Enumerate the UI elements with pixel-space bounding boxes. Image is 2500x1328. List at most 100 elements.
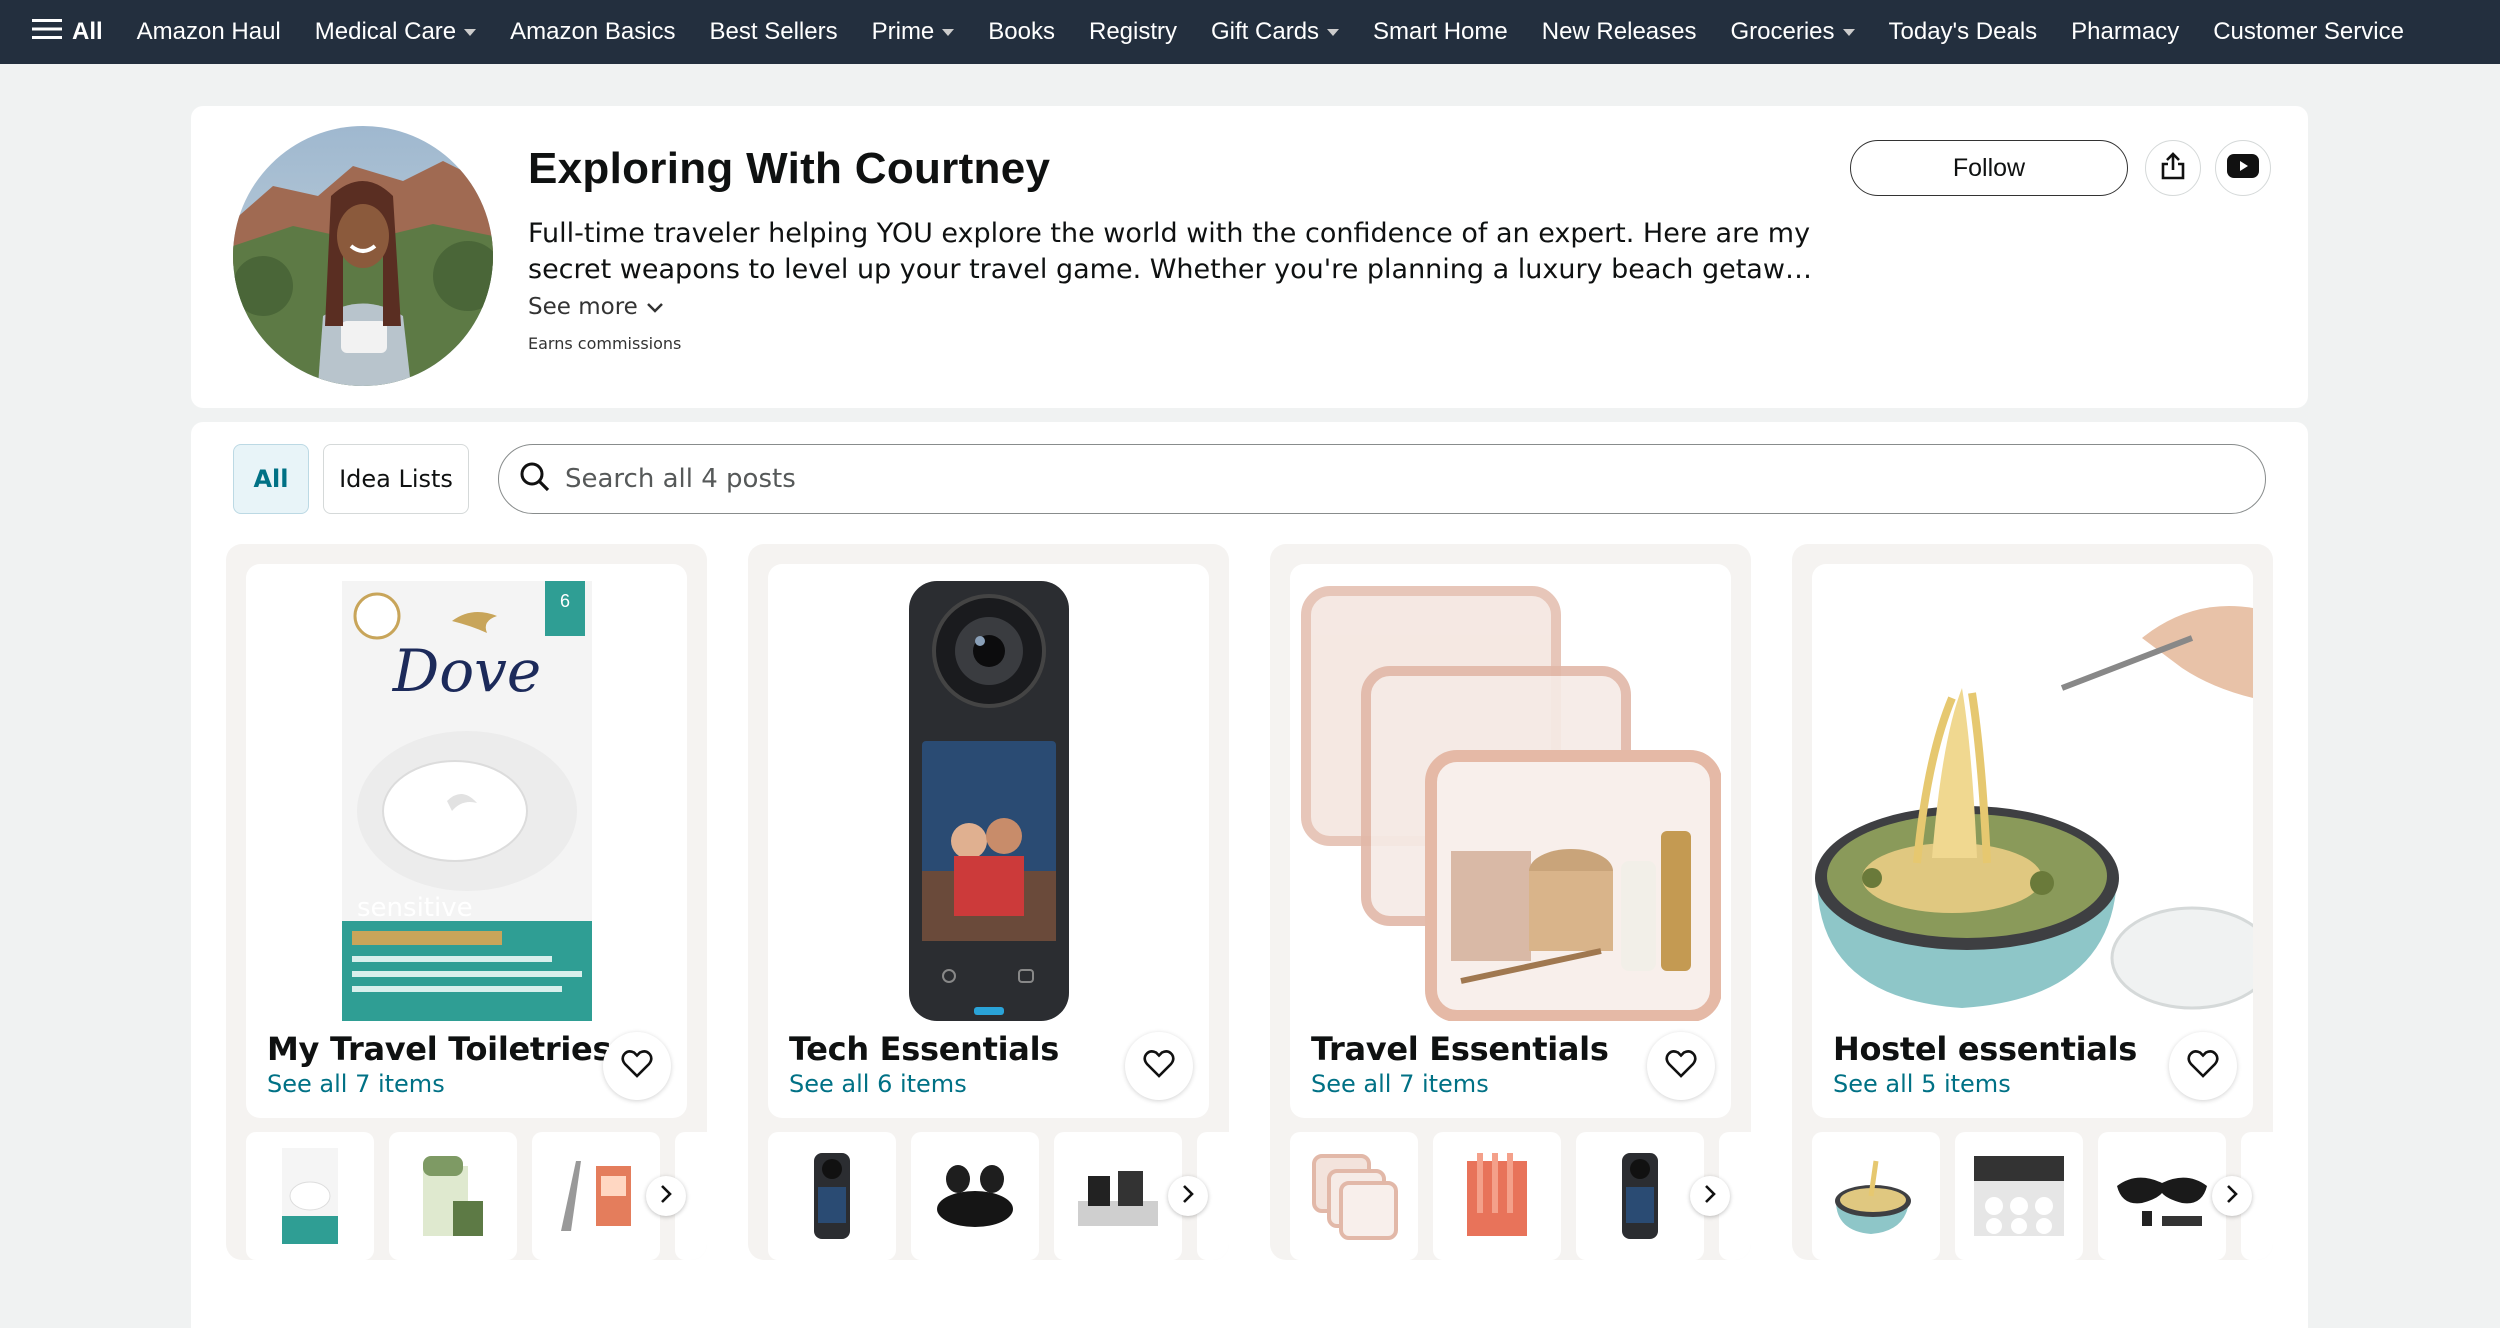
nav-item-label: Gift Cards	[1211, 18, 1320, 45]
dove-brand-text: Dove	[391, 637, 541, 705]
nav-item-label: Amazon Haul	[136, 18, 281, 45]
list-title: Travel Essentials	[1311, 1030, 1609, 1068]
nav-item-today-s-deals[interactable]: Today's Deals	[1889, 18, 2038, 46]
thumbnail-product[interactable]	[246, 1132, 374, 1260]
list-hero-image: 6 Dove sensitive	[246, 578, 687, 1024]
idea-list-card-tech: Tech Essentials See all 6 items	[748, 544, 1229, 1260]
heart-icon	[1143, 1049, 1175, 1084]
follow-button[interactable]: Follow	[1850, 140, 2128, 196]
profile-bio: Full-time traveler helping YOU explore t…	[528, 218, 1818, 285]
nav-item-pharmacy[interactable]: Pharmacy	[2071, 18, 2179, 46]
save-list-button[interactable]	[2169, 1032, 2237, 1100]
top-nav-bar: All Amazon Haul Medical Care Amazon Basics…	[0, 0, 2500, 64]
chevron-right-icon	[2225, 1184, 2239, 1209]
nav-item-label: Books	[988, 18, 1055, 45]
thumbnail-product[interactable]	[1290, 1132, 1418, 1260]
chevron-down-icon	[646, 294, 664, 320]
thumbnail-product[interactable]	[1955, 1132, 2083, 1260]
see-all-items-link[interactable]: See all 7 items	[267, 1070, 445, 1098]
save-list-button[interactable]	[1125, 1032, 1193, 1100]
filter-all-tab[interactable]: All	[233, 444, 309, 514]
nav-item-registry[interactable]: Registry	[1089, 18, 1177, 46]
chevron-right-icon	[1181, 1184, 1195, 1209]
nav-item-label: Today's Deals	[1888, 18, 2038, 45]
nav-item-amazon-basics[interactable]: Amazon Basics	[510, 18, 675, 46]
list-hero-image	[1290, 578, 1731, 1024]
nav-item-label: Pharmacy	[2071, 18, 2180, 45]
nav-item-groceries[interactable]: Groceries	[1730, 18, 1855, 46]
nav-item-label: Registry	[1088, 18, 1178, 45]
list-thumbnails	[768, 1132, 1229, 1260]
see-all-items-link[interactable]: See all 6 items	[789, 1070, 967, 1098]
caret-down-icon	[942, 28, 955, 36]
list-title: Hostel essentials	[1833, 1030, 2137, 1068]
search-posts-input[interactable]	[565, 464, 2165, 494]
idea-list-main[interactable]: Hostel essentials See all 5 items	[1812, 564, 2253, 1118]
all-menu-button[interactable]: All	[32, 17, 103, 48]
thumbnail-product[interactable]	[1812, 1132, 1940, 1260]
list-hero-image	[1812, 578, 2253, 1024]
nav-item-prime[interactable]: Prime	[872, 18, 955, 46]
see-all-items-link[interactable]: See all 5 items	[1833, 1070, 2011, 1098]
save-list-button[interactable]	[1647, 1032, 1715, 1100]
thumbnail-product[interactable]	[768, 1132, 896, 1260]
nav-item-amazon-haul[interactable]: Amazon Haul	[137, 18, 281, 46]
save-list-button[interactable]	[603, 1032, 671, 1100]
thumbnails-next-button[interactable]	[646, 1176, 686, 1216]
thumbnail-product[interactable]	[1576, 1132, 1704, 1260]
profile-card: Exploring With Courtney Full-time travel…	[191, 106, 2308, 408]
list-title: Tech Essentials	[789, 1030, 1059, 1068]
thumbnails-next-button[interactable]	[1168, 1176, 1208, 1216]
idea-list-main[interactable]: Tech Essentials See all 6 items	[768, 564, 1209, 1118]
thumbnail-product[interactable]	[2098, 1132, 2226, 1260]
thumbnail-product[interactable]	[532, 1132, 660, 1260]
caret-down-icon	[1842, 28, 1855, 36]
thumbnail-product[interactable]	[911, 1132, 1039, 1260]
nav-item-medical-care[interactable]: Medical Care	[315, 18, 477, 46]
nav-item-best-sellers[interactable]: Best Sellers	[710, 18, 838, 46]
nav-item-label: New Releases	[1541, 18, 1697, 45]
idea-list-card-travel: Travel Essentials See all 7 items	[1270, 544, 1751, 1260]
dove-variant-text: sensitive	[357, 893, 473, 923]
list-thumbnails	[1290, 1132, 1751, 1260]
youtube-icon	[2227, 153, 2259, 183]
thumbnail-product[interactable]	[1433, 1132, 1561, 1260]
list-thumbnails	[1812, 1132, 2273, 1260]
thumbnail-product[interactable]	[389, 1132, 517, 1260]
see-all-items-link[interactable]: See all 7 items	[1311, 1070, 1489, 1098]
nav-item-label: Groceries	[1730, 18, 1835, 45]
nav-item-label: Customer Service	[2213, 18, 2404, 45]
thumbnails-next-button[interactable]	[2212, 1176, 2252, 1216]
filter-idea-lists-tab[interactable]: Idea Lists	[323, 444, 469, 514]
idea-list-card-toiletries: 6 Dove sensitive My Travel Toiletries Se…	[226, 544, 707, 1260]
caret-down-icon	[1327, 28, 1340, 36]
see-more-link[interactable]: See more	[528, 294, 664, 320]
nav-item-smart-home[interactable]: Smart Home	[1373, 18, 1508, 46]
thumbnails-next-button[interactable]	[1690, 1176, 1730, 1216]
posts-panel: All Idea Lists 6 Dove se	[191, 422, 2308, 1328]
nav-item-label: Prime	[871, 18, 935, 45]
heart-icon	[2187, 1049, 2219, 1084]
share-button[interactable]	[2145, 140, 2201, 196]
nav-item-customer-service[interactable]: Customer Service	[2213, 18, 2404, 46]
see-more-label: See more	[528, 294, 638, 320]
nav-item-label: Best Sellers	[709, 18, 838, 45]
idea-list-card-hostel: Hostel essentials See all 5 items	[1792, 544, 2273, 1260]
thumbnail-product[interactable]	[1054, 1132, 1182, 1260]
idea-list-main[interactable]: Travel Essentials See all 7 items	[1290, 564, 1731, 1118]
search-posts-box[interactable]	[498, 444, 2266, 514]
nav-item-new-releases[interactable]: New Releases	[1542, 18, 1697, 46]
idea-list-main[interactable]: 6 Dove sensitive My Travel Toiletries Se…	[246, 564, 687, 1118]
nav-item-gift-cards[interactable]: Gift Cards	[1211, 18, 1340, 46]
youtube-button[interactable]	[2215, 140, 2271, 196]
list-title: My Travel Toiletries	[267, 1030, 612, 1068]
heart-icon	[621, 1049, 653, 1084]
chevron-right-icon	[659, 1184, 673, 1209]
profile-name: Exploring With Courtney	[528, 144, 1051, 193]
search-icon	[519, 461, 551, 498]
nav-item-books[interactable]: Books	[988, 18, 1055, 46]
nav-item-label: Smart Home	[1373, 18, 1508, 45]
dove-pack-count: 6	[559, 591, 569, 611]
profile-avatar	[233, 126, 493, 386]
all-menu-label: All	[72, 18, 103, 45]
